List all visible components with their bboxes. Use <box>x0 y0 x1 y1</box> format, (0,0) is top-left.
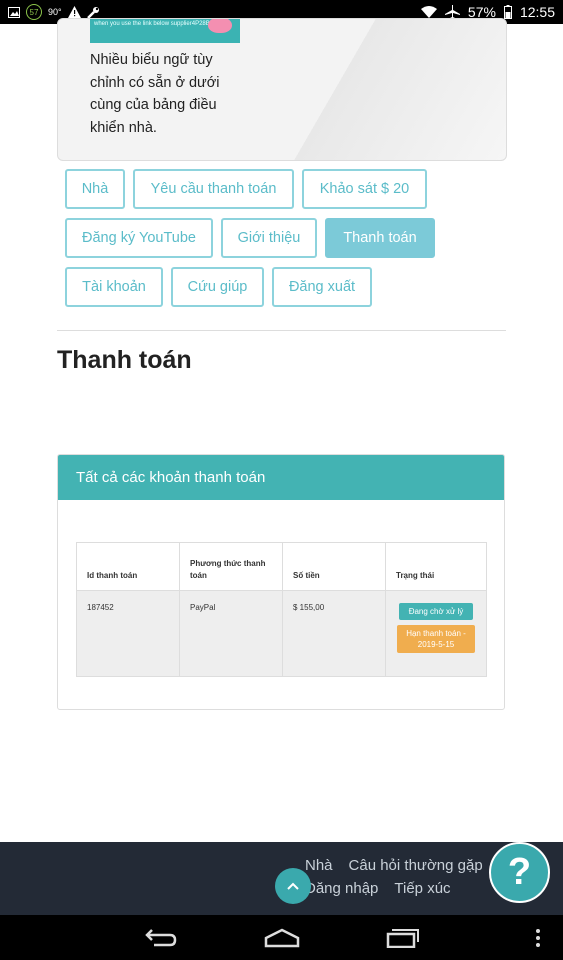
nav-logout-button[interactable]: Đăng xuất <box>272 267 372 307</box>
table-header-row: Id thanh toán Phương thức thanh toán Số … <box>76 542 487 591</box>
payments-panel-header: Tất cả các khoản thanh toán <box>58 455 504 500</box>
cell-payment-id: 187452 <box>76 590 180 677</box>
column-header-method: Phương thức thanh toán <box>179 542 283 591</box>
screen: 57 90° 57% 12:55 when you use the link b… <box>0 0 563 960</box>
home-icon[interactable] <box>264 926 300 948</box>
column-header-amount: Số tiền <box>282 542 386 591</box>
status-badge: 57 <box>26 4 42 20</box>
nav-referral-button[interactable]: Giới thiệu <box>221 218 317 258</box>
nav-help-button[interactable]: Cứu giúp <box>171 267 264 307</box>
banner-image[interactable]: when you use the link below supplier4P28… <box>90 19 240 43</box>
clock-time: 12:55 <box>519 4 555 20</box>
divider <box>57 330 506 331</box>
help-fab-button[interactable]: ? <box>489 842 550 903</box>
piggy-bank-icon <box>208 19 232 33</box>
status-badge-pending: Đang chờ xử lý <box>399 603 473 620</box>
page-content: when you use the link below supplier4P28… <box>0 18 563 842</box>
footer: Nhà Câu hỏi thường gặp Đăng nhập Tiếp xúc … <box>0 842 563 915</box>
status-badge-due-date: Hạn thanh toán - 2019-5-15 <box>397 625 475 653</box>
footer-links: Nhà Câu hỏi thường gặp Đăng nhập Tiếp xúc <box>305 854 505 900</box>
footer-link-home[interactable]: Nhà <box>305 857 333 874</box>
nav-payment-button[interactable]: Thanh toán <box>325 218 435 258</box>
nav-home-button[interactable]: Nhà <box>65 169 125 209</box>
airplane-icon <box>444 5 460 19</box>
system-nav-bar <box>0 915 563 960</box>
chevron-up-icon <box>287 882 299 890</box>
gallery-icon <box>8 6 20 18</box>
battery-icon <box>503 5 512 19</box>
payments-panel: Tất cả các khoản thanh toán Id thanh toá… <box>57 454 505 710</box>
warning-icon <box>67 6 81 18</box>
column-header-id: Id thanh toán <box>76 542 180 591</box>
cell-payment-method: PayPal <box>179 590 283 677</box>
more-options-icon[interactable] <box>535 929 541 947</box>
footer-link-faq[interactable]: Câu hỏi thường gặp <box>349 857 483 874</box>
payments-table: Id thanh toán Phương thức thanh toán Số … <box>76 542 487 677</box>
nav-survey-button[interactable]: Khảo sát $ 20 <box>302 169 427 209</box>
column-header-status: Trạng thái <box>385 542 487 591</box>
cell-status: Đang chờ xử lý Hạn thanh toán - 2019-5-1… <box>385 590 487 677</box>
footer-link-contact[interactable]: Tiếp xúc <box>394 880 450 897</box>
temperature-text: 90° <box>48 7 62 17</box>
banner-card: when you use the link below supplier4P28… <box>57 18 507 161</box>
footer-link-login[interactable]: Đăng nhập <box>305 880 378 897</box>
table-row: 187452 PayPal $ 155,00 Đang chờ xử lý Hạ… <box>76 590 487 677</box>
back-icon[interactable] <box>144 926 178 948</box>
banner-text: Nhiều biểu ngữ tùy chỉnh có sẵn ở dưới c… <box>90 52 220 136</box>
nav-payment-request-button[interactable]: Yêu cầu thanh toán <box>133 169 294 209</box>
nav-account-button[interactable]: Tài khoản <box>65 267 163 307</box>
nav-youtube-subscribe-button[interactable]: Đăng ký YouTube <box>65 218 213 258</box>
wifi-icon <box>420 6 437 18</box>
cell-amount: $ 155,00 <box>282 590 386 677</box>
recent-apps-icon[interactable] <box>385 926 419 948</box>
banner-image-text: when you use the link below supplier4P28… <box>94 21 219 27</box>
page-title: Thanh toán <box>57 346 192 374</box>
scroll-to-top-button[interactable] <box>275 868 311 904</box>
wrench-icon <box>86 6 99 19</box>
